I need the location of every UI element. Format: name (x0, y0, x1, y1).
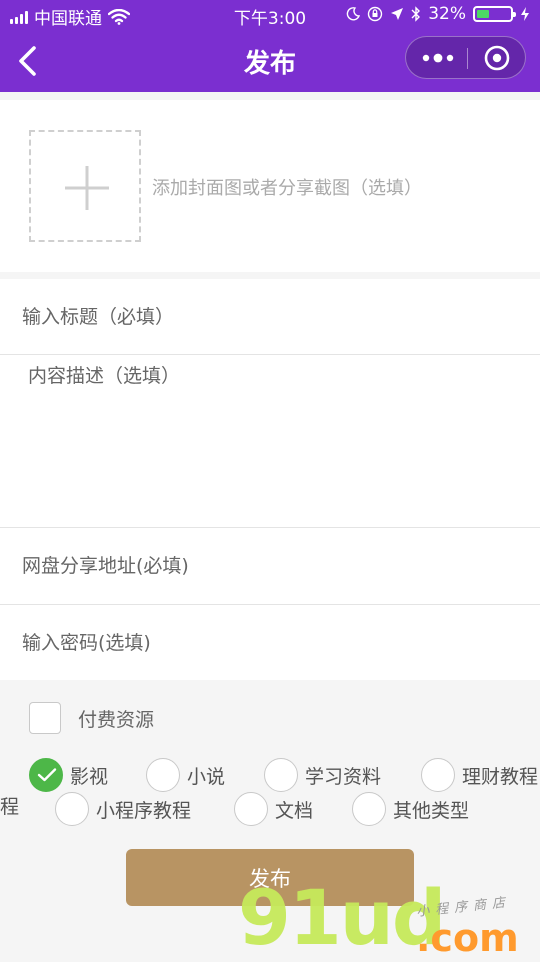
paid-resource-label: 付费资源 (78, 708, 155, 731)
password-input[interactable] (0, 605, 540, 680)
more-dots-icon[interactable] (420, 49, 456, 67)
moon-icon (346, 7, 361, 21)
watermark-brand: 91ud (238, 873, 446, 962)
paid-resource-option[interactable]: 付费资源 (29, 702, 154, 734)
category-label: 文档 (275, 799, 314, 822)
password-row (0, 605, 540, 680)
radio-unchecked[interactable] (421, 758, 455, 792)
category-label: 理财教程 (462, 765, 539, 788)
plus-icon (65, 166, 109, 210)
category-radio-group: 影视 小说 学习资料 理财教程 程 小程序教程 文档 其他类型 (0, 758, 540, 828)
charging-bolt-icon (521, 7, 529, 21)
category-option[interactable]: 理财教程 (421, 758, 540, 792)
category-option[interactable]: 文档 (234, 792, 313, 826)
status-bar: 中国联通 下午3:00 32% (0, 0, 540, 30)
menu-capsule (405, 36, 526, 79)
category-option[interactable]: 学习资料 (264, 758, 381, 792)
nav-bar: 发布 (0, 30, 540, 92)
category-label-wrapped: 程 (0, 796, 20, 818)
publish-form (0, 279, 540, 680)
check-icon (37, 768, 57, 782)
capsule-divider (467, 48, 468, 69)
share-url-row (0, 528, 540, 605)
description-textarea[interactable] (0, 355, 540, 527)
cover-upload-section: 添加封面图或者分享截图（选填） (0, 100, 540, 272)
category-wrap-fragment: 程 (0, 792, 19, 819)
target-circle-icon[interactable] (484, 45, 510, 71)
category-option[interactable]: 影视 (29, 758, 108, 792)
radio-unchecked[interactable] (234, 792, 268, 826)
location-arrow-icon (391, 8, 404, 20)
bluetooth-icon (411, 6, 421, 22)
radio-unchecked[interactable] (352, 792, 386, 826)
category-label: 学习资料 (305, 765, 382, 788)
radio-unchecked[interactable] (146, 758, 180, 792)
category-label: 小程序教程 (96, 799, 192, 822)
orientation-lock-icon (368, 6, 383, 22)
title-row (0, 279, 540, 355)
category-option[interactable]: 小说 (146, 758, 225, 792)
watermark-tld: .com (416, 916, 519, 960)
category-option[interactable]: 其他类型 (352, 792, 469, 826)
category-label: 其他类型 (393, 799, 470, 822)
radio-unchecked[interactable] (55, 792, 89, 826)
radio-checked[interactable] (29, 758, 63, 792)
category-option[interactable]: 小程序教程 (55, 792, 191, 826)
title-input[interactable] (0, 279, 540, 354)
category-label: 影视 (70, 765, 109, 788)
battery-percent: 32% (428, 4, 466, 24)
battery-icon (473, 6, 516, 22)
share-url-input[interactable] (0, 528, 540, 604)
radio-unchecked[interactable] (264, 758, 298, 792)
cover-upload-hint: 添加封面图或者分享截图（选填） (152, 178, 422, 199)
paid-resource-checkbox[interactable] (29, 702, 61, 734)
description-row (0, 355, 540, 528)
category-label: 小说 (187, 765, 226, 788)
cover-upload-button[interactable] (29, 130, 141, 242)
status-bar-right: 32% (346, 4, 530, 24)
